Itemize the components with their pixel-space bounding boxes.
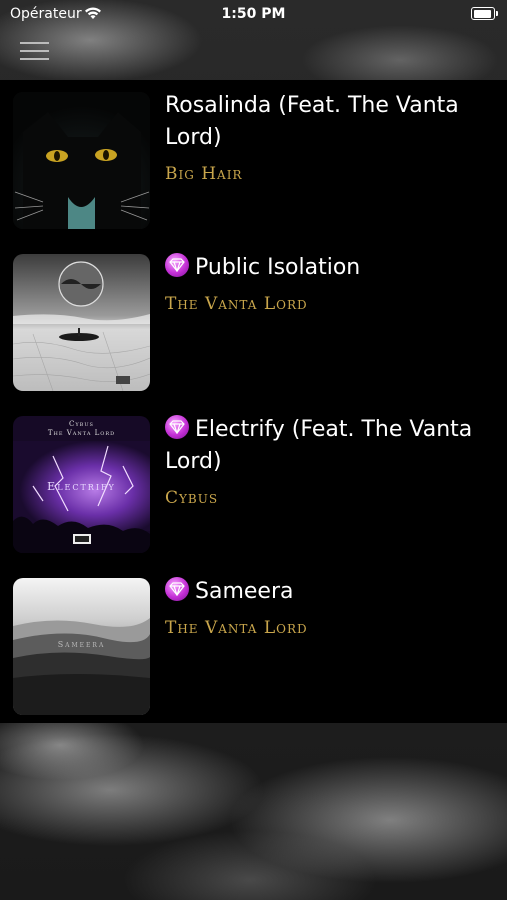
track-list: Rosalinda (Feat. The Vanta Lord) Big Hai… — [0, 80, 507, 723]
menu-button[interactable] — [20, 40, 50, 62]
track-info: Sameera The Vanta Lord — [165, 576, 495, 638]
battery-icon — [471, 7, 498, 20]
purple-lightning-cover: Cybus The Vanta Lord Electrify — [13, 416, 150, 553]
cover-title: Sameera — [57, 640, 106, 649]
misty-hills-cover: Sameera — [13, 578, 150, 715]
track-artist[interactable]: Big Hair — [165, 164, 495, 184]
track-row[interactable]: Public Isolation The Vanta Lord — [0, 242, 507, 404]
track-title: Public Isolation — [195, 255, 361, 280]
track-title: Rosalinda (Feat. The Vanta Lord) — [165, 93, 459, 150]
track-info: Rosalinda (Feat. The Vanta Lord) Big Hai… — [165, 90, 495, 184]
track-info: Electrify (Feat. The Vanta Lord) Cybus — [165, 414, 495, 508]
cover-line2: The Vanta Lord — [47, 429, 116, 437]
premium-gem-icon — [165, 577, 189, 601]
cover-title: Electrify — [47, 480, 116, 493]
track-artist[interactable]: Cybus — [165, 488, 495, 508]
track-title: Sameera — [195, 579, 294, 604]
track-row[interactable]: Sameera Sameera The Vanta Lord — [0, 566, 507, 728]
black-cat-cover — [13, 92, 150, 229]
hamburger-menu-icon — [20, 42, 49, 44]
salt-flat-sphere-cover — [13, 254, 150, 391]
premium-gem-icon — [165, 415, 189, 439]
track-artist[interactable]: The Vanta Lord — [165, 294, 495, 314]
premium-gem-icon — [165, 253, 189, 277]
track-artist[interactable]: The Vanta Lord — [165, 618, 495, 638]
track-row[interactable]: Cybus The Vanta Lord Electrify Electrify… — [0, 404, 507, 566]
track-row[interactable]: Rosalinda (Feat. The Vanta Lord) Big Hai… — [0, 80, 507, 242]
clock: 1:50 PM — [221, 6, 286, 22]
track-info: Public Isolation The Vanta Lord — [165, 252, 495, 314]
status-bar: Opérateur 1:50 PM — [0, 0, 507, 28]
cover-line1: Cybus — [69, 420, 94, 428]
track-title: Electrify (Feat. The Vanta Lord) — [165, 417, 473, 474]
